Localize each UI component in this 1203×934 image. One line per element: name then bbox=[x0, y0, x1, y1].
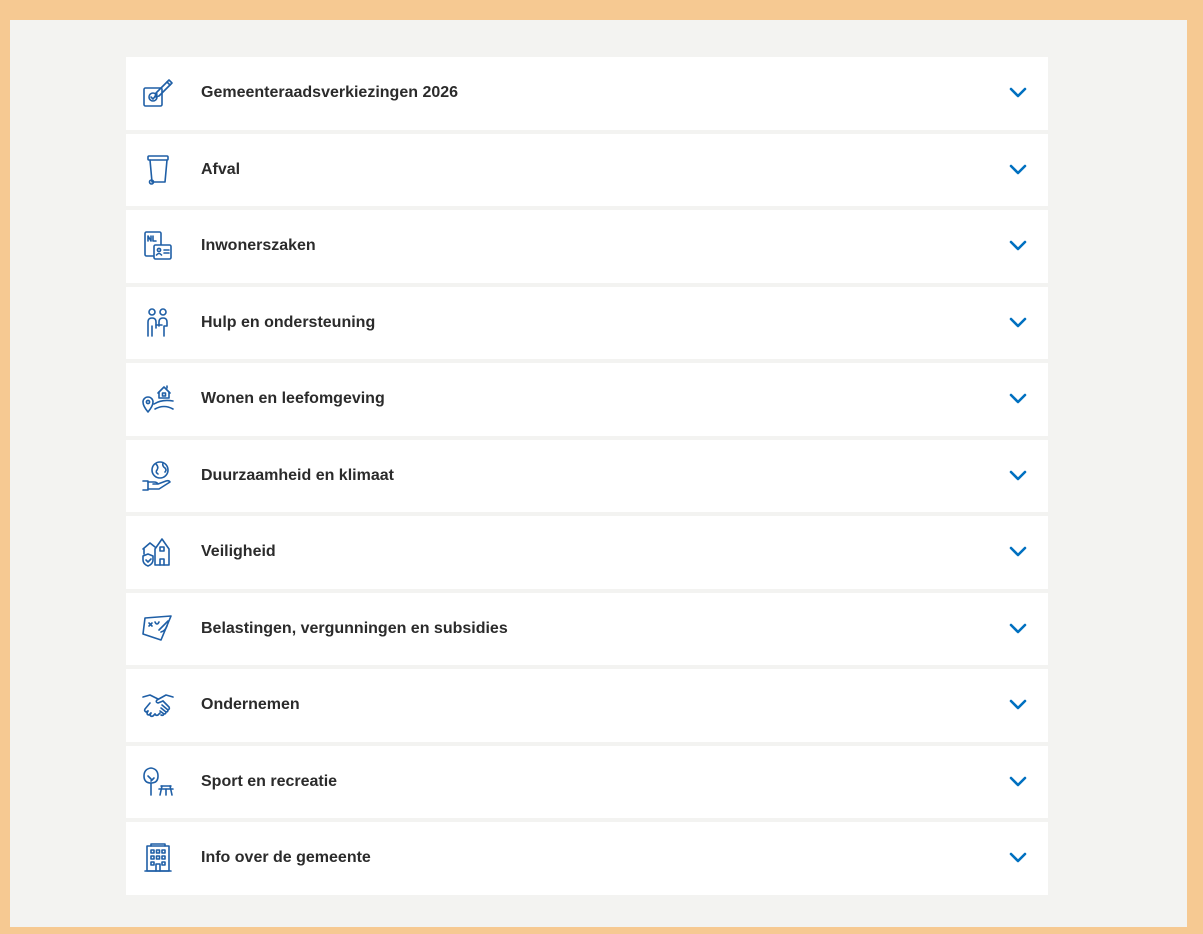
chevron-down-icon[interactable] bbox=[1008, 160, 1028, 180]
page-frame: Gemeenteraadsverkiezingen 2026 Afval Inw… bbox=[10, 20, 1187, 927]
item-label: Gemeenteraadsverkiezingen 2026 bbox=[201, 84, 459, 102]
accordion-list: Gemeenteraadsverkiezingen 2026 Afval Inw… bbox=[126, 57, 1048, 895]
house-location-icon bbox=[138, 379, 178, 419]
accordion-item-sport[interactable]: Sport en recreatie bbox=[126, 745, 1048, 818]
people-support-icon bbox=[138, 303, 178, 343]
document-pen-icon bbox=[138, 609, 178, 649]
accordion-item-info[interactable]: Info over de gemeente bbox=[126, 822, 1048, 895]
municipal-building-icon bbox=[138, 838, 178, 878]
chevron-down-icon[interactable] bbox=[1008, 695, 1028, 715]
globe-hand-icon bbox=[138, 456, 178, 496]
chevron-down-icon[interactable] bbox=[1008, 466, 1028, 486]
chevron-down-icon[interactable] bbox=[1008, 619, 1028, 639]
item-label: Info over de gemeente bbox=[201, 849, 371, 867]
chevron-down-icon[interactable] bbox=[1008, 83, 1028, 103]
accordion-item-inwonerszaken[interactable]: Inwonerszaken bbox=[126, 210, 1048, 283]
item-label: Belastingen, vergunningen en subsidies bbox=[201, 619, 508, 637]
item-label: Afval bbox=[201, 160, 241, 178]
chevron-down-icon[interactable] bbox=[1008, 542, 1028, 562]
chevron-down-icon[interactable] bbox=[1008, 389, 1028, 409]
chevron-down-icon[interactable] bbox=[1008, 313, 1028, 333]
accordion-item-duurzaamheid[interactable]: Duurzaamheid en klimaat bbox=[126, 439, 1048, 512]
accordion-item-hulp[interactable]: Hulp en ondersteuning bbox=[126, 286, 1048, 359]
accordion-item-ondernemen[interactable]: Ondernemen bbox=[126, 669, 1048, 742]
id-card-icon bbox=[138, 226, 178, 266]
chevron-down-icon[interactable] bbox=[1008, 772, 1028, 792]
ballot-vote-icon bbox=[138, 73, 178, 113]
chevron-down-icon[interactable] bbox=[1008, 848, 1028, 868]
item-label: Veiligheid bbox=[201, 543, 276, 561]
tree-bench-icon bbox=[138, 762, 178, 802]
accordion-item-gemeenteraadsverkiezingen[interactable]: Gemeenteraadsverkiezingen 2026 bbox=[126, 57, 1048, 130]
chevron-down-icon[interactable] bbox=[1008, 236, 1028, 256]
accordion-item-veiligheid[interactable]: Veiligheid bbox=[126, 516, 1048, 589]
item-label: Sport en recreatie bbox=[201, 772, 338, 790]
shield-town-icon bbox=[138, 532, 178, 572]
item-label: Inwonerszaken bbox=[201, 237, 316, 255]
item-label: Ondernemen bbox=[201, 696, 300, 714]
item-label: Duurzaamheid en klimaat bbox=[201, 466, 394, 484]
handshake-icon bbox=[138, 685, 178, 725]
item-label: Wonen en leefomgeving bbox=[201, 390, 385, 408]
waste-bin-icon bbox=[138, 150, 178, 190]
accordion-item-wonen[interactable]: Wonen en leefomgeving bbox=[126, 363, 1048, 436]
item-label: Hulp en ondersteuning bbox=[201, 313, 376, 331]
accordion-item-afval[interactable]: Afval bbox=[126, 133, 1048, 206]
accordion-item-belastingen[interactable]: Belastingen, vergunningen en subsidies bbox=[126, 592, 1048, 665]
